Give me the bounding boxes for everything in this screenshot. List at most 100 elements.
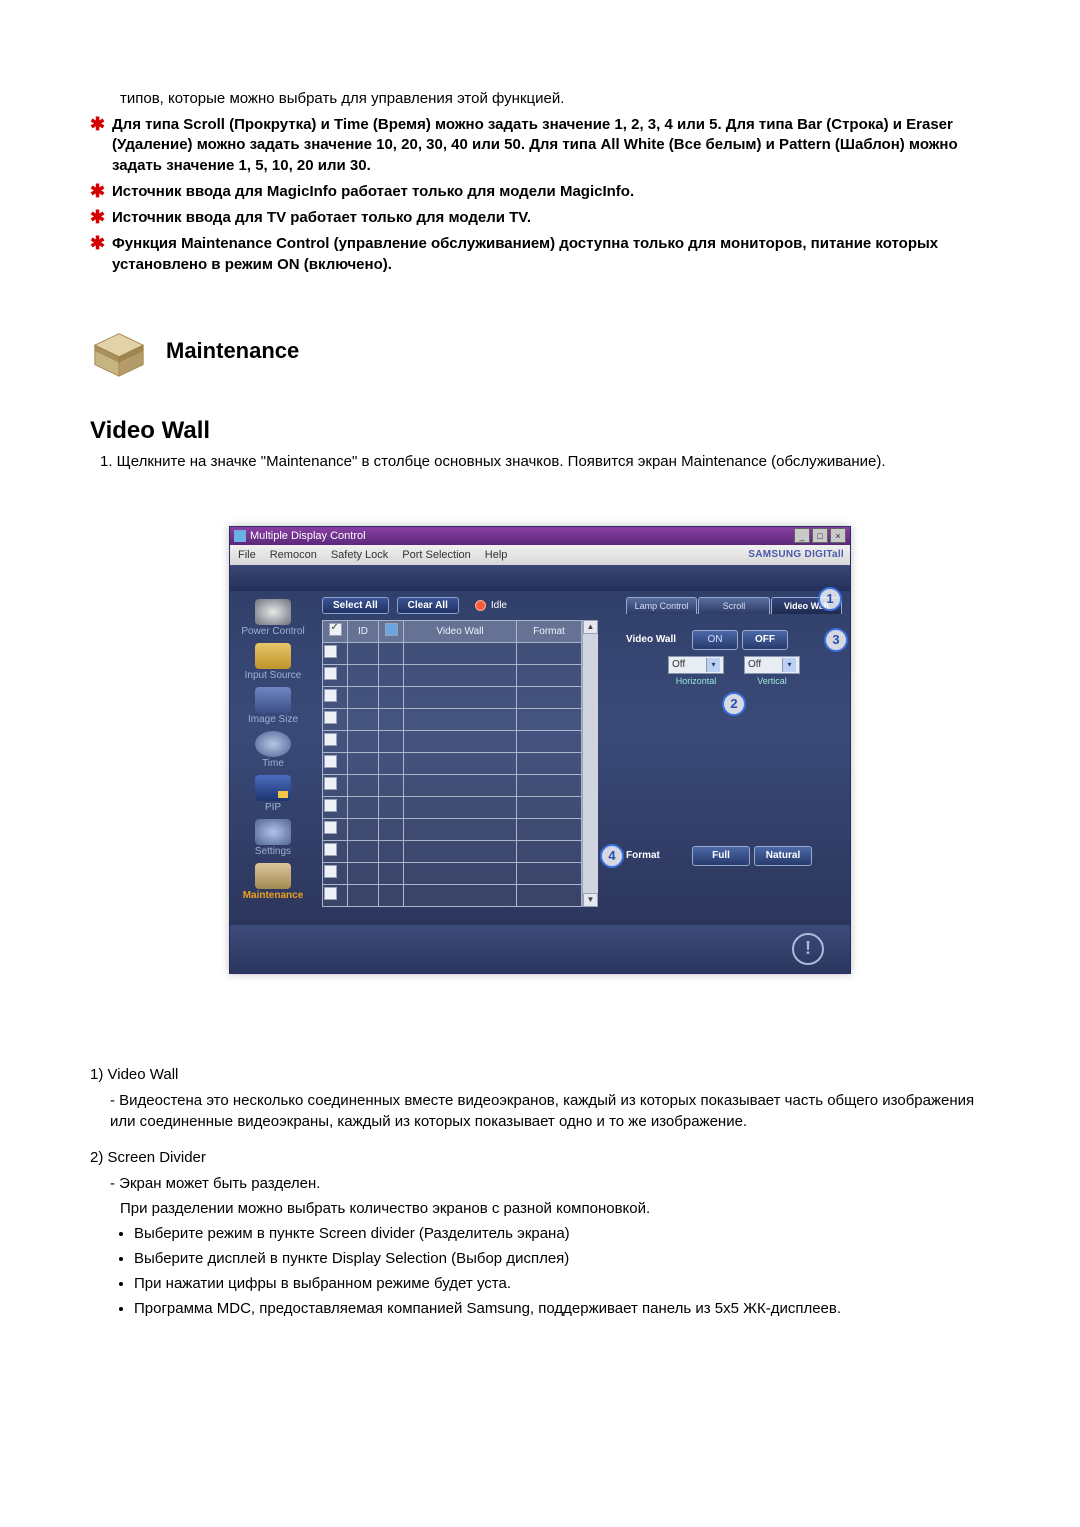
description-block: 1) Video Wall - Видеостена это несколько… (90, 1064, 990, 1320)
step-1-text: 1. Щелкните на значке "Maintenance" в ст… (100, 453, 990, 470)
format-full-button[interactable]: Full (692, 846, 750, 866)
horizontal-value: Off (672, 659, 685, 670)
desc-2-heading: 2) Screen Divider (90, 1147, 990, 1169)
video-wall-on-button[interactable]: ON (692, 630, 738, 650)
chevron-down-icon: ▾ (706, 658, 720, 672)
power-icon (255, 599, 291, 625)
callout-2: 2 (722, 692, 746, 716)
row-checkbox[interactable] (324, 821, 337, 834)
bullet-item: Выберите дисплей в пункте Display Select… (134, 1248, 990, 1270)
chevron-down-icon: ▾ (782, 658, 796, 672)
pip-icon (255, 775, 291, 801)
horizontal-label: Horizontal (676, 676, 717, 686)
callout-3: 3 (824, 628, 848, 652)
clear-all-button[interactable]: Clear All (397, 597, 459, 614)
menubar: File Remocon Safety Lock Port Selection … (230, 545, 850, 565)
scroll-up-icon[interactable]: ▲ (583, 620, 598, 634)
row-checkbox[interactable] (324, 667, 337, 680)
sidebar-label: PIP (265, 802, 281, 813)
row-checkbox[interactable] (324, 887, 337, 900)
grid-scrollbar[interactable]: ▲ ▼ (582, 620, 598, 907)
note-item: Источник ввода для MagicInfo работает то… (90, 182, 990, 202)
desc-2-text-a: - Экран может быть разделен. (110, 1173, 990, 1195)
idle-indicator: Idle (475, 600, 507, 611)
callout-1: 1 (818, 587, 842, 611)
sidebar-item-settings[interactable]: Settings (230, 815, 316, 857)
sidebar-item-maintenance[interactable]: Maintenance (230, 859, 316, 901)
menu-file[interactable]: File (238, 549, 256, 561)
vertical-value: Off (748, 659, 761, 670)
format-natural-button[interactable]: Natural (754, 846, 812, 866)
display-grid: ✓ ID Video Wall Format (322, 620, 582, 907)
row-checkbox[interactable] (324, 645, 337, 658)
header-power-icon (385, 623, 398, 636)
tab-scroll[interactable]: Scroll (698, 597, 769, 614)
maintenance-box-icon (90, 325, 148, 377)
bullet-item: Выберите режим в пункте Screen divider (… (134, 1223, 990, 1245)
maintenance-heading: Maintenance (166, 338, 299, 364)
desc-1-text: - Видеостена это несколько соединенных в… (110, 1090, 990, 1134)
bullet-item: Программа MDC, предоставляемая компанией… (134, 1298, 990, 1320)
minimize-button[interactable]: _ (794, 528, 810, 543)
close-button[interactable]: × (830, 528, 846, 543)
vertical-dropdown[interactable]: Off ▾ (744, 656, 800, 674)
menu-help[interactable]: Help (485, 549, 508, 561)
callout-4: 4 (600, 844, 624, 868)
titlebar: Multiple Display Control _ □ × (230, 527, 850, 545)
horizontal-dropdown[interactable]: Off ▾ (668, 656, 724, 674)
row-checkbox[interactable] (324, 733, 337, 746)
mdc-app-window: Multiple Display Control _ □ × File Remo… (229, 526, 851, 974)
row-checkbox[interactable] (324, 799, 337, 812)
sidebar-label: Settings (255, 846, 291, 857)
sidebar-label: Input Source (245, 670, 302, 681)
sidebar-item-power-control[interactable]: Power Control (230, 595, 316, 637)
sidebar-item-pip[interactable]: PIP (230, 771, 316, 813)
image-size-icon (255, 687, 291, 713)
window-title: Multiple Display Control (250, 530, 366, 542)
row-checkbox[interactable] (324, 755, 337, 768)
right-tabs: Lamp Control Scroll Video Wall (626, 597, 842, 614)
maximize-button[interactable]: □ (812, 528, 828, 543)
video-wall-off-button[interactable]: OFF (742, 630, 788, 650)
sidebar-label: Time (262, 758, 284, 769)
note-item: Источник ввода для TV работает только дл… (90, 208, 990, 228)
dark-band (230, 565, 850, 591)
sidebar-item-time[interactable]: Time (230, 727, 316, 769)
tab-lamp-control[interactable]: Lamp Control (626, 597, 697, 614)
desc-1-heading: 1) Video Wall (90, 1064, 990, 1086)
scroll-down-icon[interactable]: ▼ (583, 893, 598, 907)
desc-2-bullets: Выберите режим в пункте Screen divider (… (134, 1223, 990, 1319)
sidebar-item-image-size[interactable]: Image Size (230, 683, 316, 725)
sidebar-item-input-source[interactable]: Input Source (230, 639, 316, 681)
header-checkbox[interactable]: ✓ (329, 623, 342, 636)
row-checkbox[interactable] (324, 843, 337, 856)
format-panel-label: Format (626, 850, 686, 861)
menu-remocon[interactable]: Remocon (270, 549, 317, 561)
col-video-wall: Video Wall (404, 620, 517, 642)
row-checkbox[interactable] (324, 689, 337, 702)
note-item: Функция Maintenance Control (управление … (90, 234, 990, 275)
intro-text: типов, которые можно выбрать для управле… (120, 90, 990, 107)
sidebar-label: Maintenance (243, 890, 304, 901)
idle-label: Idle (491, 600, 507, 611)
sidebar: Power Control Input Source Image Size Ti… (230, 591, 316, 925)
time-icon (255, 731, 291, 757)
video-wall-heading: Video Wall (90, 417, 990, 445)
menu-safety-lock[interactable]: Safety Lock (331, 549, 388, 561)
note-item: Для типа Scroll (Прокрутка) и Time (Врем… (90, 115, 990, 176)
row-checkbox[interactable] (324, 711, 337, 724)
idle-dot-icon (475, 600, 486, 611)
input-source-icon (255, 643, 291, 669)
select-all-button[interactable]: Select All (322, 597, 389, 614)
video-wall-panel-label: Video Wall (626, 634, 686, 645)
sidebar-label: Power Control (241, 626, 304, 637)
bullet-item: При нажатии цифры в выбранном режиме буд… (134, 1273, 990, 1295)
col-id: ID (348, 620, 379, 642)
notes-list: Для типа Scroll (Прокрутка) и Time (Врем… (90, 115, 990, 275)
bottom-bar: ! (230, 925, 850, 973)
info-icon[interactable]: ! (792, 933, 824, 965)
row-checkbox[interactable] (324, 865, 337, 878)
menu-port-selection[interactable]: Port Selection (402, 549, 470, 561)
row-checkbox[interactable] (324, 777, 337, 790)
sidebar-label: Image Size (248, 714, 298, 725)
